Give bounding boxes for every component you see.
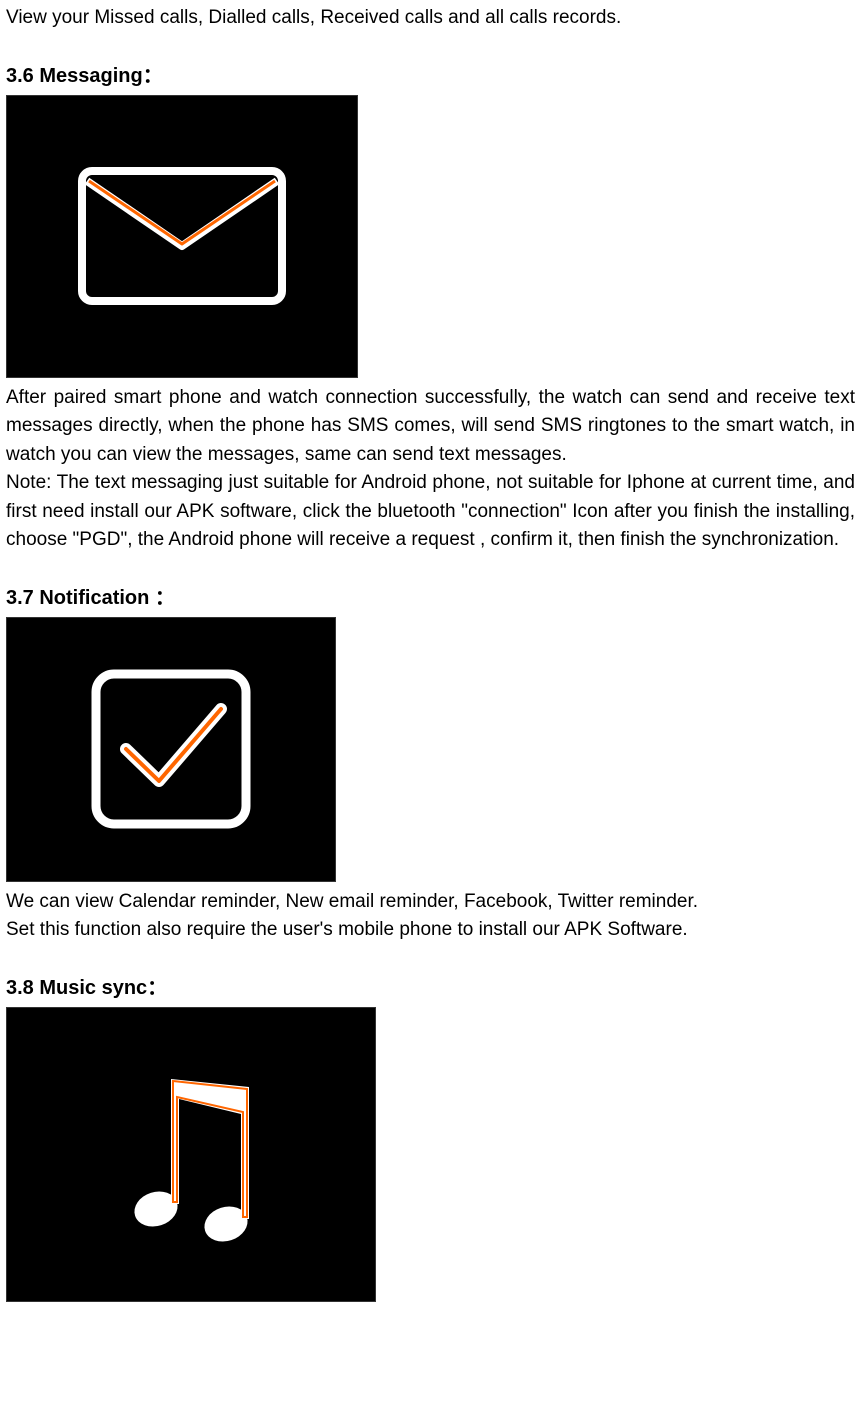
intro-text: View your Missed calls, Dialled calls, R… xyxy=(6,4,855,33)
messaging-para1: After paired smart phone and watch conne… xyxy=(6,384,855,470)
checkmark-icon xyxy=(81,659,261,839)
notification-icon-box xyxy=(6,617,336,882)
music-icon-box xyxy=(6,1007,376,1302)
messaging-para2: Note: The text messaging just suitable f… xyxy=(6,469,855,555)
messaging-icon-box xyxy=(6,95,358,378)
heading-messaging: 3.6 Messaging： xyxy=(6,61,855,91)
music-note-icon xyxy=(121,1059,261,1249)
heading-music: 3.8 Music sync： xyxy=(6,973,855,1003)
notification-para1: We can view Calendar reminder, New email… xyxy=(6,888,855,917)
heading-notification: 3.7 Notification ： xyxy=(6,583,855,613)
envelope-icon xyxy=(77,166,287,306)
notification-para2: Set this function also require the user'… xyxy=(6,916,855,945)
